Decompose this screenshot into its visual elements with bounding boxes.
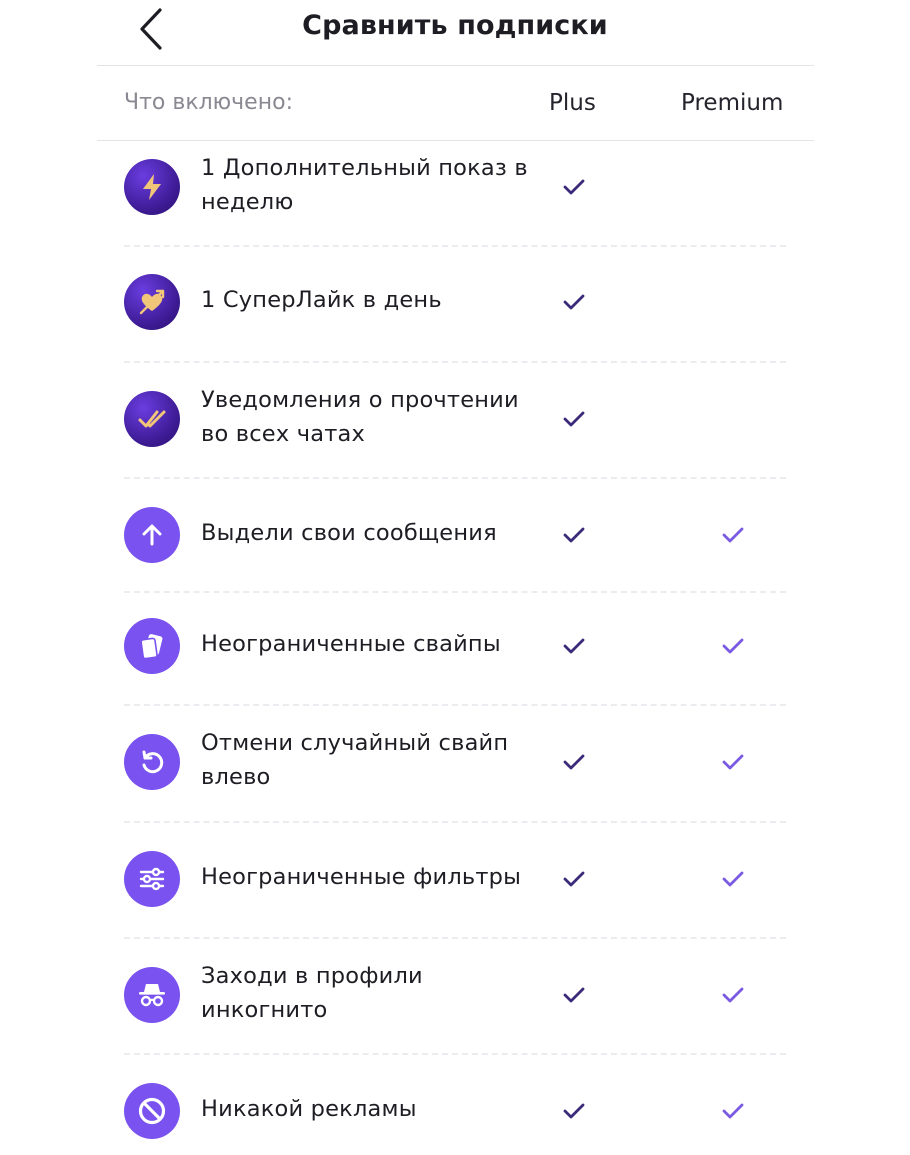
- undo-icon: [124, 734, 180, 790]
- row-divider: [124, 361, 786, 363]
- page-title: Сравнить подписки: [302, 10, 608, 41]
- row-divider: [124, 937, 786, 939]
- check-icon: [722, 754, 744, 770]
- plus-check: [562, 410, 586, 428]
- plus-check: [562, 178, 586, 196]
- no-ads-icon: [124, 1083, 180, 1139]
- cards-icon: [124, 618, 180, 674]
- row-divider: [124, 704, 786, 706]
- check-icon: [722, 638, 744, 654]
- feature-label: 1 Дополнительный показ в неделю: [201, 155, 528, 215]
- check-icon: [563, 294, 585, 310]
- double-check-icon: [124, 391, 180, 447]
- feature-label: Неограниченные фильтры: [201, 864, 522, 890]
- feature-label: Неограниченные свайпы: [201, 631, 501, 657]
- premium-check: [721, 986, 745, 1004]
- check-icon: [722, 527, 744, 543]
- feature-label: 1 СуперЛайк в день: [201, 287, 442, 313]
- check-icon: [563, 527, 585, 543]
- column-header-divider: [97, 140, 814, 141]
- incognito-icon: [124, 967, 180, 1023]
- feature-label: Заходи в профили инкогнито: [201, 963, 423, 1023]
- premium-check: [721, 637, 745, 655]
- row-divider: [124, 821, 786, 823]
- check-icon: [563, 987, 585, 1003]
- feature-label: Выдели свои сообщения: [201, 520, 497, 546]
- row-divider: [124, 477, 786, 479]
- column-header-plus: Plus: [549, 90, 596, 116]
- check-icon: [563, 871, 585, 887]
- premium-check: [721, 753, 745, 771]
- check-icon: [563, 179, 585, 195]
- plus-check: [562, 526, 586, 544]
- premium-check: [721, 1102, 745, 1120]
- plus-check: [562, 1102, 586, 1120]
- header-divider: [97, 65, 814, 66]
- header: Сравнить подписки: [0, 0, 910, 66]
- row-divider: [124, 591, 786, 593]
- plus-check: [562, 870, 586, 888]
- row-divider: [124, 1053, 786, 1055]
- feature-label: Никакой рекламы: [201, 1096, 417, 1122]
- premium-check: [721, 870, 745, 888]
- column-header-features: Что включено:: [124, 90, 293, 115]
- plus-check: [562, 753, 586, 771]
- check-icon: [563, 411, 585, 427]
- arrow-up-icon: [124, 507, 180, 563]
- plus-check: [562, 293, 586, 311]
- plus-check: [562, 637, 586, 655]
- plus-check: [562, 986, 586, 1004]
- check-icon: [563, 638, 585, 654]
- check-icon: [722, 1103, 744, 1119]
- column-header-premium: Premium: [681, 90, 784, 116]
- feature-label: Уведомления о прочтении во всех чатах: [201, 387, 519, 447]
- lightning-icon: [124, 159, 180, 215]
- check-icon: [722, 871, 744, 887]
- heart-arrow-icon: [124, 274, 180, 330]
- check-icon: [722, 987, 744, 1003]
- check-icon: [563, 754, 585, 770]
- feature-label: Отмени случайный свайп влево: [201, 730, 509, 790]
- row-divider: [124, 245, 786, 247]
- check-icon: [563, 1103, 585, 1119]
- premium-check: [721, 526, 745, 544]
- sliders-icon: [124, 851, 180, 907]
